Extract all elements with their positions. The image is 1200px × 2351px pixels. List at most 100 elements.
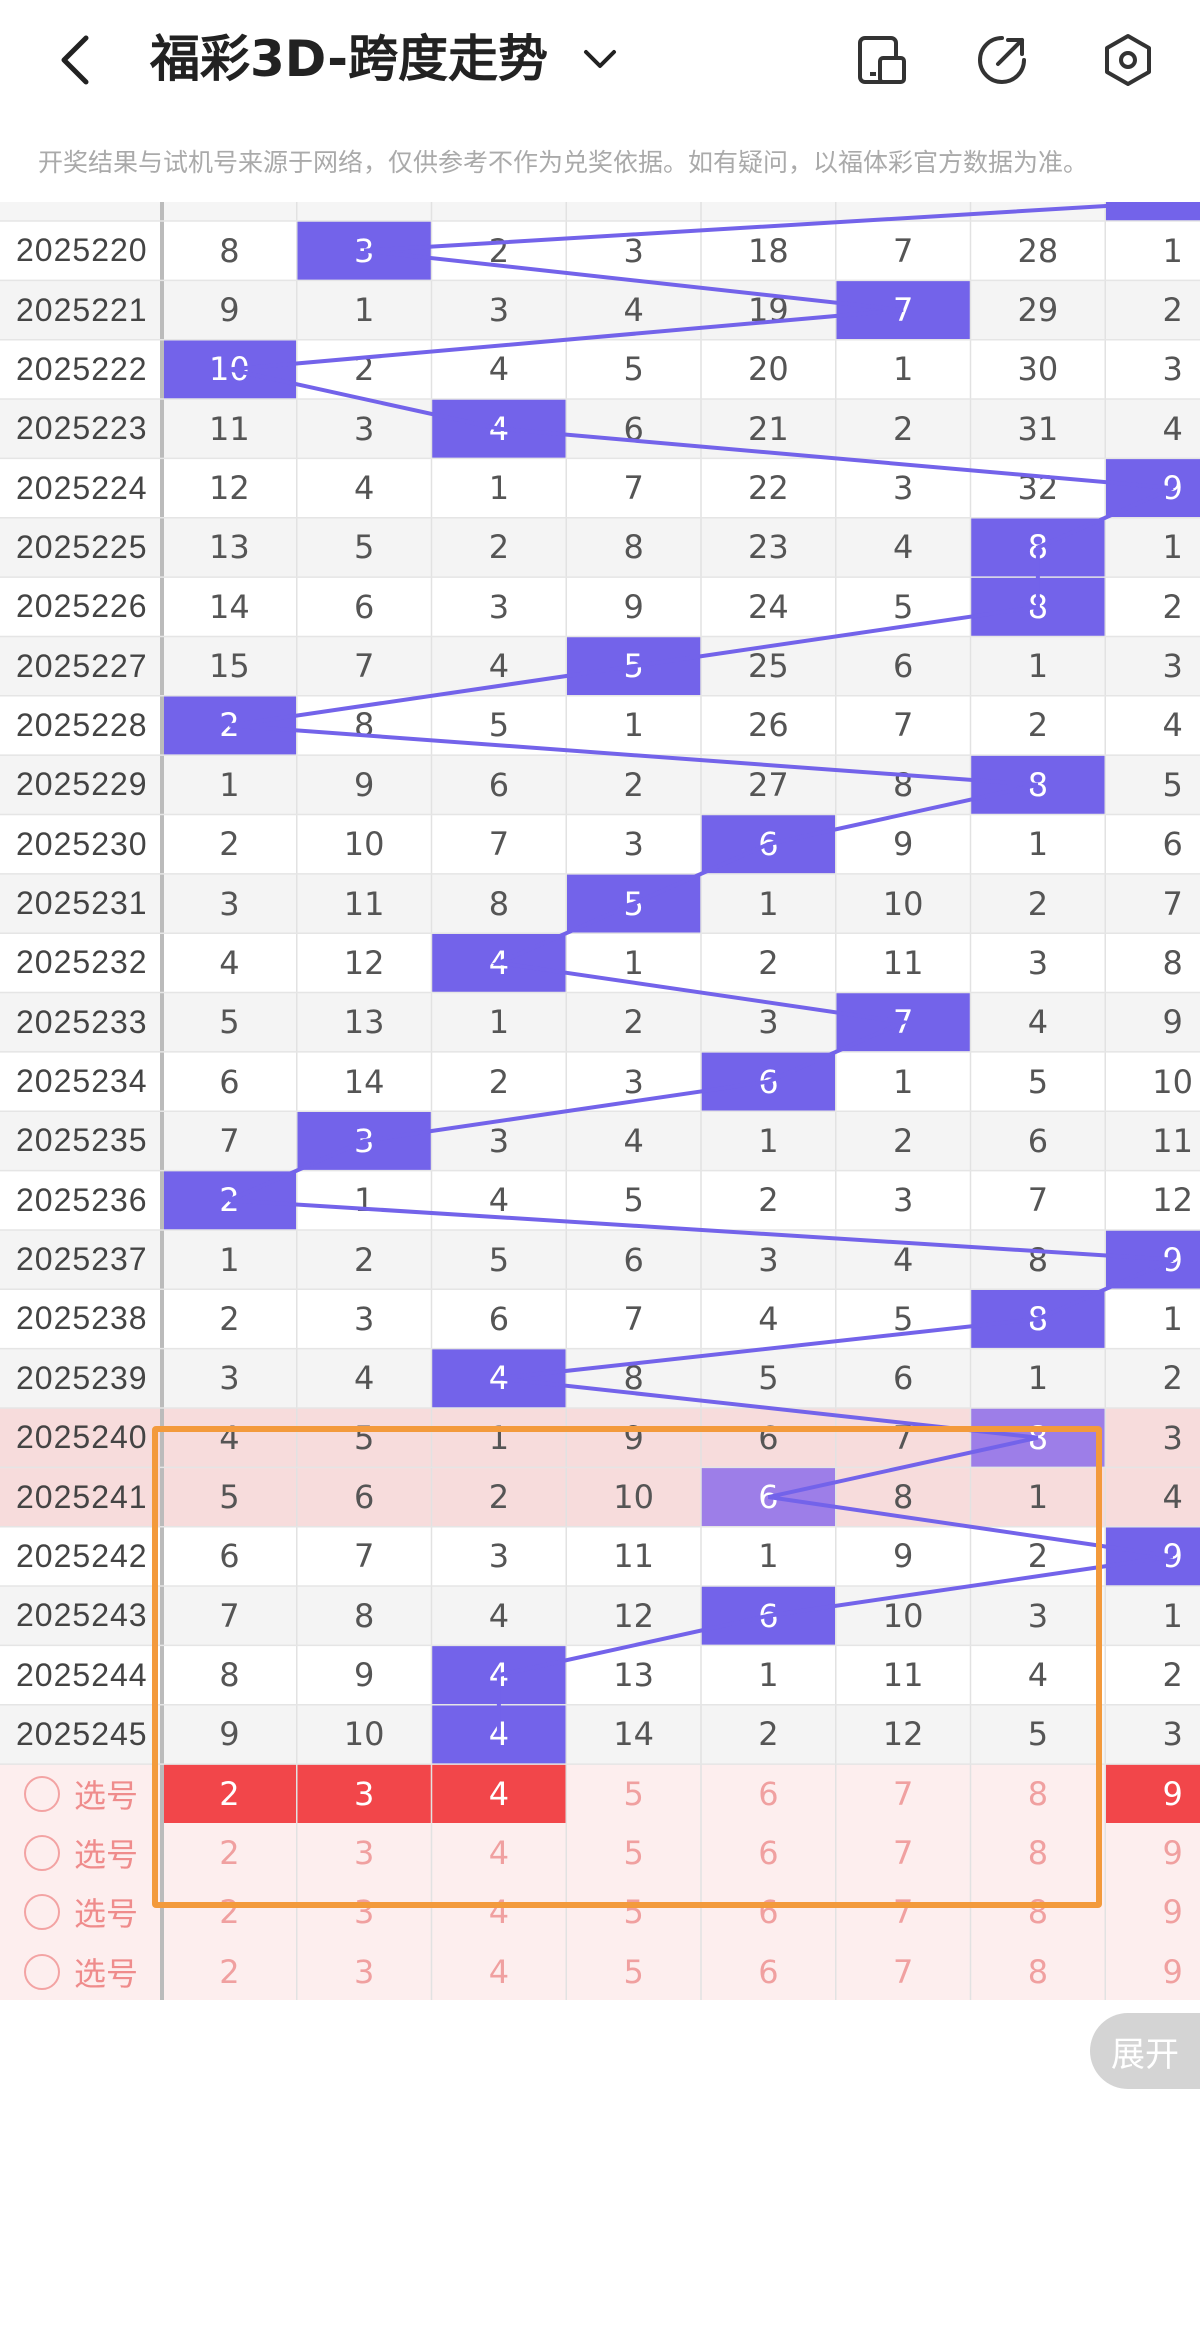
omission-cell: 5	[219, 1478, 240, 1517]
chevron-down-icon[interactable]	[578, 38, 622, 82]
omission-cell: 6	[892, 647, 914, 686]
select-label: 选号	[73, 1836, 138, 1875]
radio-circle-icon[interactable]	[23, 1775, 60, 1812]
omission-cell: 7	[892, 231, 914, 270]
omission-cell: 3	[892, 469, 914, 508]
omission-cell: 6	[623, 1240, 644, 1279]
issue-number: 2025236	[16, 1181, 148, 1218]
phone-layout-icon[interactable]	[852, 30, 912, 90]
omission-cell: 3	[1027, 943, 1049, 982]
omission-cell: 11	[882, 1656, 924, 1695]
hit-cell: 4	[431, 1645, 567, 1705]
omission-cell: 6	[892, 1359, 914, 1398]
select-option[interactable]: 4	[432, 1942, 567, 2000]
select-option[interactable]: 5	[566, 1823, 701, 1882]
select-option[interactable]: 2	[162, 1883, 297, 1942]
omission-cell: 2	[488, 1478, 510, 1517]
omission-cell: 7	[623, 1299, 644, 1338]
omission-cell: 3	[219, 1359, 240, 1398]
select-option[interactable]: 4	[432, 1883, 567, 1942]
select-option[interactable]: 8	[971, 1883, 1106, 1942]
omission-cell: 5	[488, 1240, 510, 1279]
omission-cell: 5	[1162, 765, 1183, 804]
select-option[interactable]: 3	[296, 1764, 432, 1824]
select-option[interactable]: 3	[297, 1942, 432, 2000]
select-option[interactable]: 6	[701, 1823, 836, 1882]
select-option[interactable]: 9	[1105, 1764, 1200, 1824]
omission-cell: 14	[343, 1062, 385, 1101]
select-option[interactable]: 7	[836, 1883, 971, 1942]
select-option[interactable]: 8	[971, 1764, 1106, 1823]
page-title[interactable]: 福彩3D-跨度走势	[150, 24, 548, 94]
select-option[interactable]: 5	[566, 1764, 701, 1823]
omission-cell: 3	[1162, 1418, 1183, 1457]
radio-circle-icon[interactable]	[23, 1894, 60, 1931]
select-number-row-label[interactable]: 选号	[0, 1823, 162, 1882]
omission-cell: 22	[748, 469, 789, 508]
select-option[interactable]: 4	[431, 1764, 567, 1824]
select-number-row-label[interactable]: 选号	[0, 1942, 162, 2000]
omission-cell: 7	[1027, 1181, 1049, 1220]
omission-cell: 4	[1027, 1656, 1049, 1695]
omission-cell: 5	[488, 706, 510, 745]
omission-cell: 3	[623, 231, 644, 270]
issue-number: 2025220	[16, 232, 148, 269]
select-option[interactable]: 5	[566, 1883, 701, 1942]
omission-cell: 7	[488, 825, 510, 864]
select-option[interactable]: 4	[432, 1823, 567, 1882]
omission-cell: 4	[488, 350, 510, 389]
settings-hexagon-icon[interactable]	[1098, 30, 1158, 90]
table-row: 2025231 3 11 8 5 1 10 2 7	[0, 873, 1200, 934]
select-option[interactable]: 2	[162, 1942, 297, 2000]
select-option[interactable]: 7	[836, 1823, 971, 1882]
omission-cell: 4	[758, 1299, 779, 1338]
select-option[interactable]: 2	[162, 1823, 297, 1882]
omission-cell: 3	[758, 1240, 779, 1279]
share-icon[interactable]	[972, 30, 1032, 90]
omission-cell: 3	[488, 587, 510, 626]
omission-cell: 5	[353, 1418, 375, 1457]
omission-cell: 8	[353, 1596, 375, 1635]
omission-cell: 6	[353, 1478, 375, 1517]
select-option[interactable]: 3	[297, 1883, 432, 1942]
select-option[interactable]: 6	[701, 1883, 836, 1942]
select-number-row-label[interactable]: 选号	[0, 1764, 162, 1823]
omission-cell: 12	[1152, 1181, 1193, 1220]
select-number-row-label[interactable]: 选号	[0, 1883, 162, 1942]
omission-cell: 2	[1162, 1359, 1183, 1398]
select-option[interactable]: 5	[566, 1942, 701, 2000]
select-option[interactable]: 8	[971, 1823, 1106, 1882]
omission-cell: 2	[488, 528, 510, 567]
omission-cell: 12	[343, 943, 385, 982]
omission-cell: 3	[1162, 1715, 1183, 1754]
radio-circle-icon[interactable]	[23, 1835, 60, 1872]
omission-cell: 24	[748, 587, 789, 626]
expand-button[interactable]: 展开	[1090, 2013, 1200, 2089]
table-row: 2025221 9 1 3 4 19 7 29 2	[0, 280, 1200, 340]
table-row: 选号 2 3 4 5 6 7 8 9	[0, 1764, 1200, 1824]
select-option[interactable]: 7	[836, 1942, 971, 2000]
omission-cell: 4	[1162, 706, 1183, 745]
issue-number: 2025238	[16, 1300, 148, 1337]
chevron-left-icon[interactable]	[48, 30, 108, 90]
select-option[interactable]: 6	[701, 1764, 836, 1823]
select-option[interactable]: 8	[971, 1942, 1106, 2000]
hit-cell: 9	[1105, 458, 1200, 518]
table-row: 2025237 1 2 5 6 3 4 8 9	[0, 1229, 1200, 1290]
omission-cell: 20	[748, 350, 789, 389]
select-option[interactable]: 9	[1105, 1942, 1200, 2000]
omission-cell: 5	[353, 528, 375, 567]
omission-cell: 3	[623, 1062, 644, 1101]
radio-circle-icon[interactable]	[23, 1953, 60, 1990]
select-option[interactable]: 2	[162, 1764, 297, 1824]
select-option[interactable]: 7	[836, 1764, 971, 1823]
select-option[interactable]: 9	[1105, 1883, 1200, 1942]
select-option[interactable]: 3	[297, 1823, 432, 1882]
omission-cell: 19	[748, 291, 789, 330]
select-label: 选号	[73, 1776, 138, 1815]
hit-cell	[1105, 202, 1200, 221]
select-option[interactable]: 6	[701, 1942, 836, 2000]
select-option[interactable]: 9	[1105, 1823, 1200, 1882]
omission-cell: 4	[623, 1121, 644, 1160]
omission-cell: 21	[748, 409, 789, 448]
